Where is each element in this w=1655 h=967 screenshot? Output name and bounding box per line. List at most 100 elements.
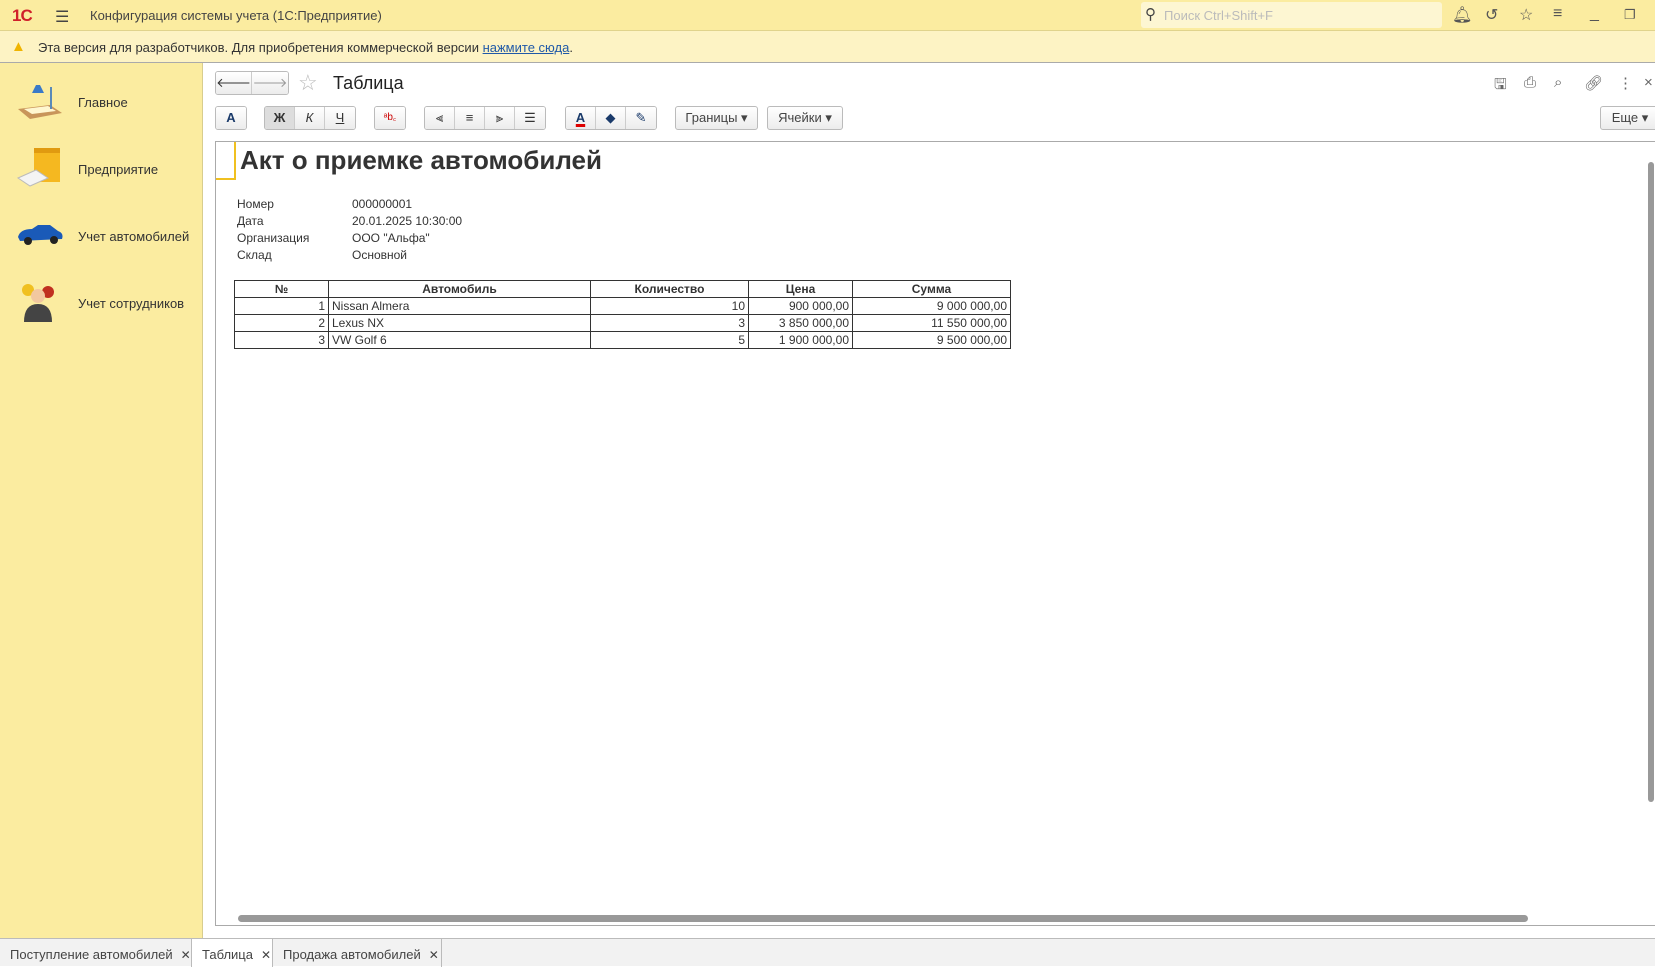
fill-color-button[interactable]: ◆ [596,107,626,129]
table-header-row: № Автомобиль Количество Цена Сумма [234,280,1011,298]
info-text: Эта версия для разработчиков. Для приобр… [38,40,483,55]
text-color-button[interactable]: A [566,107,596,129]
cell[interactable]: 2 [234,314,329,332]
align-justify-button[interactable]: ☰ [515,107,545,129]
more-vertical-icon[interactable]: ⋮ [1618,74,1633,92]
align-center-button[interactable]: ≡ [455,107,485,129]
close-tab-icon[interactable]: ✕ [261,948,271,962]
spellcheck-button[interactable]: ᵃb꜀ [375,107,405,129]
1c-logo: 1С [12,6,33,25]
color-group: A ◆ ✎ [565,106,657,130]
vertical-scrollbar[interactable] [1648,162,1654,802]
column-header: Цена [748,280,853,298]
title-bar: 1С ☰ Конфигурация системы учета (1С:Пред… [0,0,1655,31]
document-heading: Акт о приемке автомобилей [240,145,602,175]
cell[interactable]: 10 [590,297,749,315]
back-button[interactable]: 🡐 [216,72,252,94]
cars-table: № Автомобиль Количество Цена Сумма 1 Niss… [234,280,1011,349]
navigation-buttons: 🡐 🡒 [215,71,289,95]
spell-group: ᵃb꜀ [374,106,406,130]
filter-menu-icon[interactable]: ≡ [1553,5,1562,23]
field-label: Дата [237,214,264,228]
column-header: Автомобиль [328,280,591,298]
font-button[interactable]: A [216,107,246,129]
cell[interactable]: 3 [590,314,749,332]
field-label: Организация [237,231,310,245]
cell[interactable]: 5 [590,331,749,349]
sidebar-item-label: Учет автомобилей [78,229,190,244]
tab-receipt[interactable]: Поступление автомобилей ✕ [0,939,192,967]
sidebar-item-employees[interactable]: Учет сотрудников [0,272,203,332]
font-group: A [215,106,247,130]
info-text-end: . [569,40,573,55]
table-row: 3 VW Golf 651 900 000,00 9 500 000,00 [234,331,1011,349]
search-input[interactable]: ⚲ Поиск Ctrl+Shift+F [1141,2,1442,28]
briefcase-icon [16,148,60,187]
preview-icon[interactable]: ⌕ [1554,74,1562,91]
style-group: Ж К Ч [264,106,356,130]
cell[interactable]: 1 [234,297,329,315]
sidebar-item-cars[interactable]: Учет автомобилей [0,205,203,265]
sidebar: Главное Предприятие Учет автомобилей Уче… [0,63,203,938]
cell[interactable]: 3 [234,331,329,349]
app-title: Конфигурация системы учета (1С:Предприят… [90,8,382,23]
open-windows-tabs: Поступление автомобилей ✕ Таблица ✕ Продаж… [0,938,1655,967]
field-value: 000000001 [352,197,413,211]
tab-sales[interactable]: Продажа автомобилей ✕ [273,939,442,967]
spreadsheet-document[interactable]: Акт о приемке автомобилей Номер 00000000… [215,141,1655,926]
close-icon[interactable]: × [1644,74,1653,91]
table-row: 2 Lexus NX 3 3 850 000,00 11 550 000,00 [234,314,1011,332]
star-icon[interactable]: ☆ [1519,5,1533,25]
restore-icon[interactable]: ❐ [1624,7,1636,23]
sidebar-item-label: Учет сотрудников [78,296,185,311]
cell[interactable]: 900 000,00 [748,297,853,315]
cells-label: Ячейки [778,110,822,125]
bold-button[interactable]: Ж [265,107,295,129]
bell-icon[interactable]: 🔔︎ [1452,5,1472,25]
forward-button[interactable]: 🡒 [252,72,288,94]
print-icon[interactable]: ⎙ [1524,74,1536,91]
pen-color-button[interactable]: ✎ [626,107,656,129]
sidebar-item-main[interactable]: Главное [0,71,203,131]
tab-table[interactable]: Таблица ✕ [192,939,273,967]
hamburger-menu-icon[interactable]: ☰ [55,7,69,27]
buy-link[interactable]: нажмите сюда [483,40,570,55]
search-icon: ⚲ [1145,6,1156,23]
cells-dropdown[interactable]: Ячейки ▾ [767,106,843,130]
favorite-star-icon[interactable]: ☆ [298,70,318,96]
cell[interactable]: 1 900 000,00 [748,331,853,349]
more-dropdown[interactable]: Еще ▾ [1600,106,1655,130]
link-icon[interactable]: 🔗︎ [1584,74,1603,92]
car-icon [18,225,63,245]
borders-dropdown[interactable]: Границы ▾ [675,106,758,130]
minimize-icon[interactable]: _ [1590,5,1599,23]
sidebar-item-label: Предприятие [78,162,159,177]
underline-button[interactable]: Ч [325,107,355,129]
cell[interactable]: VW Golf 6 [328,331,591,349]
close-tab-icon[interactable]: ✕ [181,948,191,962]
search-placeholder: Поиск Ctrl+Shift+F [1164,8,1273,23]
cell[interactable]: Lexus NX [328,314,591,332]
italic-button[interactable]: К [295,107,325,129]
close-tab-icon[interactable]: ✕ [429,948,439,962]
cell[interactable]: 9 500 000,00 [852,331,1011,349]
cell[interactable]: 9 000 000,00 [852,297,1011,315]
align-left-button[interactable]: ⫷ [425,107,455,129]
sidebar-item-label: Главное [78,95,128,110]
cell[interactable]: Nissan Almera [328,297,591,315]
horizontal-scrollbar[interactable] [238,915,1528,922]
cell[interactable]: 11 550 000,00 [852,314,1011,332]
align-right-button[interactable]: ⫸ [485,107,515,129]
field-value: 20.01.2025 10:30:00 [352,214,463,228]
save-icon[interactable]: 🖫 [1494,74,1507,99]
align-group: ⫷ ≡ ⫸ ☰ [424,106,546,130]
field-value: Основной [352,248,408,262]
cell[interactable]: 3 850 000,00 [748,314,853,332]
sidebar-item-enterprise[interactable]: Предприятие [0,138,203,198]
desk-lamp-icon [18,85,62,119]
warning-icon: ▲ [11,38,26,55]
tab-label: Продажа автомобилей [283,947,421,962]
history-icon[interactable]: ↺ [1485,5,1498,25]
more-label: Еще [1611,110,1639,125]
tab-label: Поступление автомобилей [10,947,173,962]
